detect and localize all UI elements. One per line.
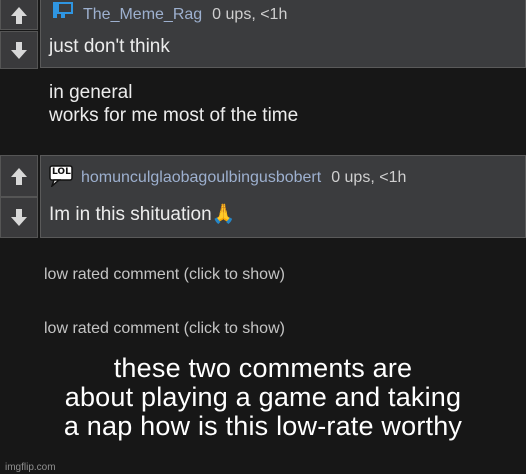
up-arrow-icon bbox=[11, 168, 27, 185]
comment-text: just don't think in general works for me… bbox=[49, 36, 299, 126]
comment-text-content: Im in this shituation bbox=[49, 204, 212, 225]
comment-2: LOL homunculglaobagoulbingusbobert 0 ups,… bbox=[0, 155, 526, 238]
vote-column bbox=[0, 0, 38, 69]
praying-hands-emoji: 🙏 bbox=[211, 204, 236, 225]
comment-meta: LOL homunculglaobagoulbingusbobert 0 ups,… bbox=[49, 165, 406, 187]
down-arrow-icon bbox=[11, 209, 27, 226]
caption-line: these two comments are bbox=[113, 353, 413, 383]
caption-line: about playing a game and taking bbox=[64, 382, 462, 412]
comment-meta: The_Meme_Rag 0 ups, <1h bbox=[49, 2, 287, 24]
comment-1: The_Meme_Rag 0 ups, <1h just don't think … bbox=[0, 0, 526, 126]
blue-flag-avatar-icon bbox=[53, 2, 73, 18]
low-rated-comment-toggle[interactable]: low rated comment (click to show) bbox=[44, 320, 285, 338]
upvote-button[interactable] bbox=[0, 155, 38, 197]
lol-speech-bubble-icon: LOL bbox=[49, 165, 75, 187]
comment-text: Im in this shituation🙏 bbox=[49, 203, 235, 226]
username-link[interactable]: The_Meme_Rag bbox=[83, 6, 202, 23]
comment-stats: 0 ups, <1h bbox=[212, 6, 288, 23]
comment-body: The_Meme_Rag 0 ups, <1h just don't think … bbox=[40, 0, 526, 126]
upvote-button[interactable] bbox=[0, 0, 38, 30]
imgflip-watermark: imgflip.com bbox=[5, 462, 56, 473]
downvote-button[interactable] bbox=[0, 197, 38, 238]
down-arrow-icon bbox=[11, 42, 27, 59]
comment-stats: 0 ups, <1h bbox=[331, 169, 407, 186]
low-rated-comment-toggle[interactable]: low rated comment (click to show) bbox=[44, 266, 285, 284]
comment-body: LOL homunculglaobagoulbingusbobert 0 ups,… bbox=[40, 155, 526, 238]
meme-caption: these two comments are about playing a g… bbox=[0, 354, 526, 441]
username-link[interactable]: homunculglaobagoulbingusbobert bbox=[81, 169, 321, 186]
avatar-label: LOL bbox=[52, 167, 71, 177]
up-arrow-icon bbox=[11, 7, 27, 24]
downvote-button[interactable] bbox=[0, 31, 38, 69]
caption-line: a nap how is this low-rate worthy bbox=[63, 411, 463, 441]
vote-column bbox=[0, 155, 38, 238]
